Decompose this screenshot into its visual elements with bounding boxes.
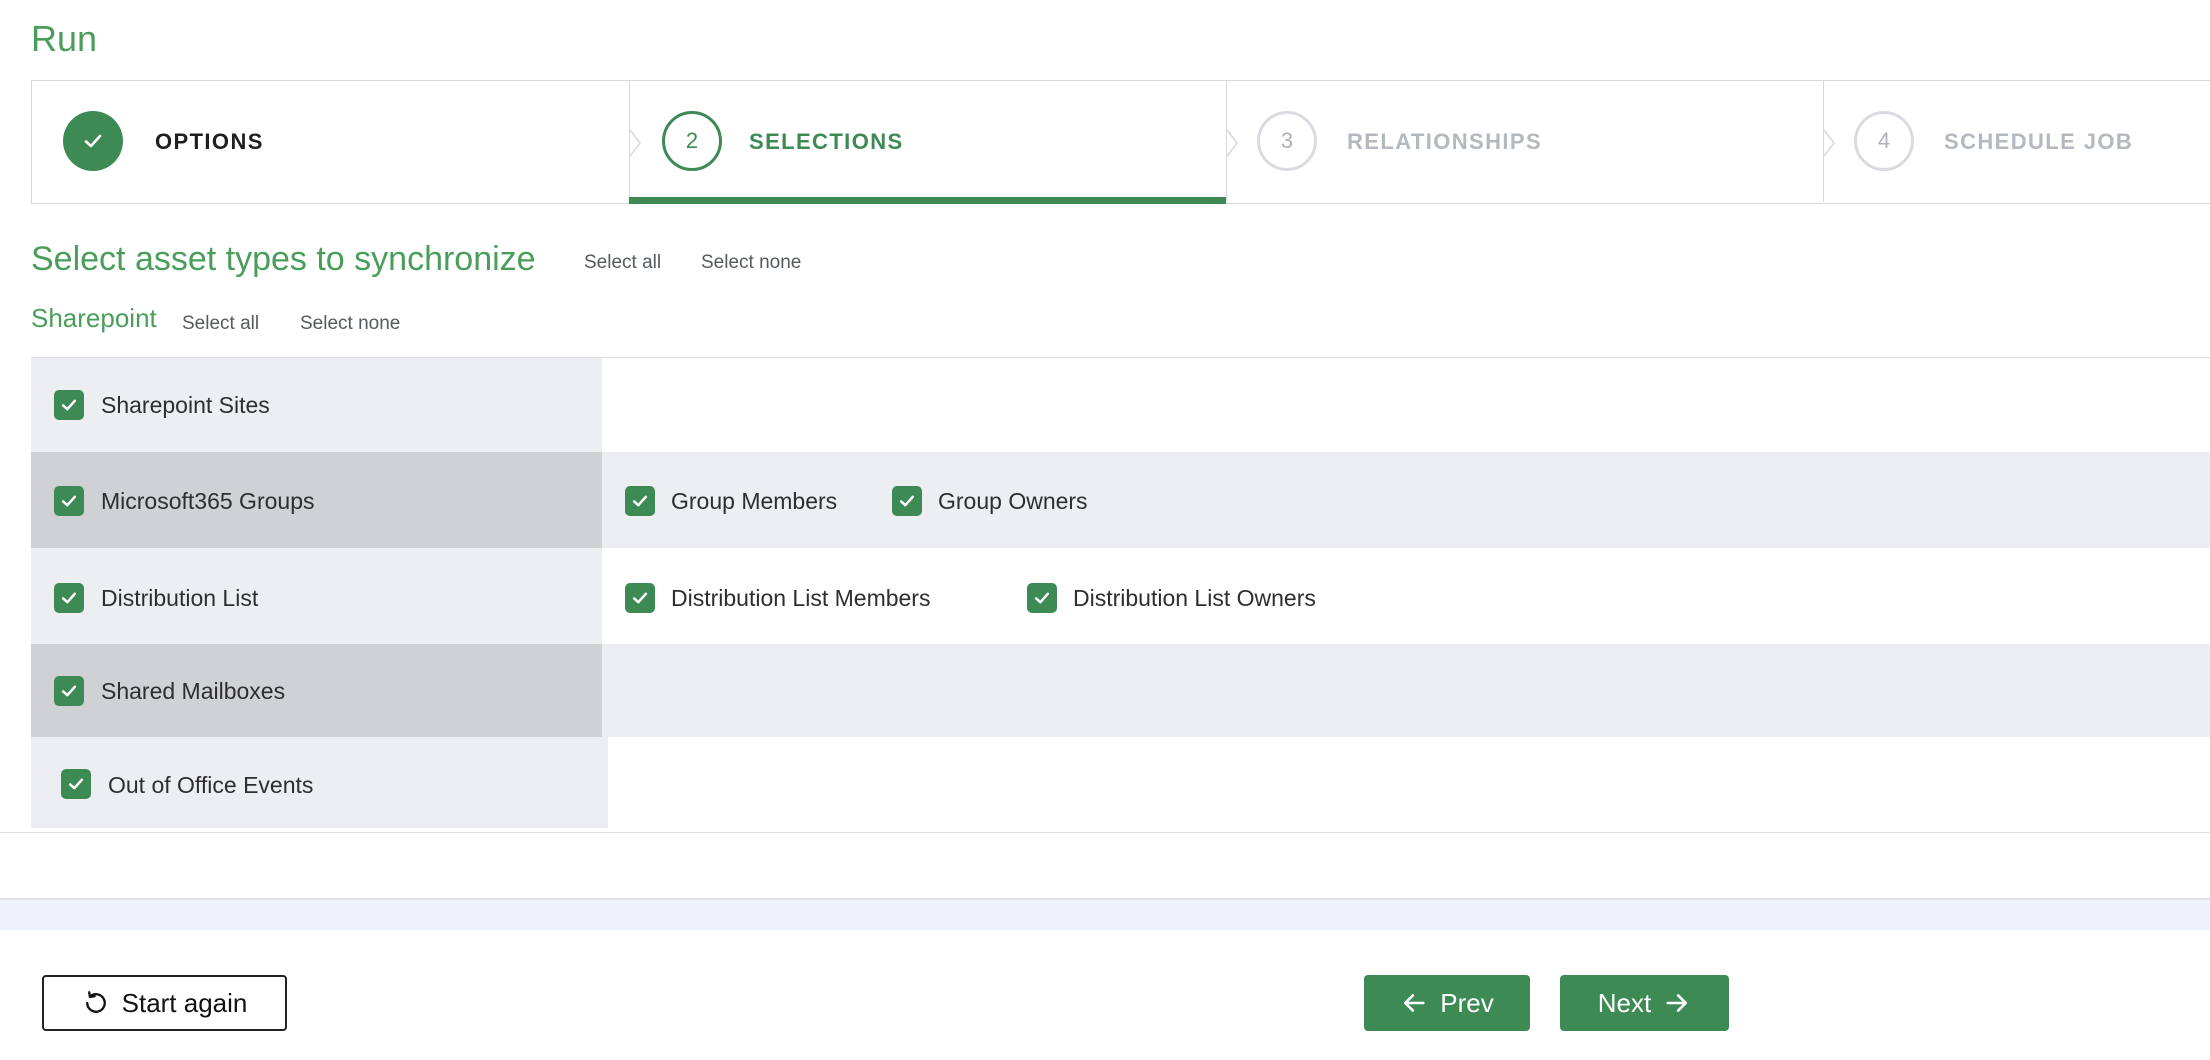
checkbox-label: Out of Office Events (108, 772, 314, 798)
table-row: Microsoft365 Groups Group Members Group … (31, 452, 2210, 548)
distribution-list-members-checkbox[interactable] (625, 583, 655, 613)
shared-mailboxes-checkbox[interactable] (54, 676, 84, 706)
check-icon (84, 134, 102, 148)
sharepoint-sites-checkbox[interactable] (54, 390, 84, 420)
checkbox-label: Shared Mailboxes (101, 678, 286, 704)
step-label-schedule-job: SCHEDULE JOB (1944, 129, 2134, 154)
row-sub-cell (602, 358, 2210, 452)
group-members-checkbox[interactable] (625, 486, 655, 516)
next-label: Next (1597, 987, 1652, 1018)
check-icon (61, 399, 77, 411)
row-sub-cell (602, 644, 2210, 737)
table-row: Out of Office Events (31, 737, 2210, 828)
check-icon (61, 592, 77, 604)
group-title-sharepoint: Sharepoint (31, 303, 157, 333)
active-step-indicator (629, 197, 1226, 204)
arrow-right-icon (1666, 994, 1688, 1012)
table-row: Shared Mailboxes (31, 644, 2210, 737)
out-of-office-events-checkbox[interactable] (61, 769, 91, 799)
table-row: Sharepoint Sites (31, 358, 2210, 452)
start-again-button[interactable]: Start again (42, 975, 287, 1031)
step-number-4: 4 (1854, 111, 1914, 171)
step-label-relationships: RELATIONSHIPS (1347, 129, 1543, 154)
table-footer (0, 832, 2210, 900)
select-none-link[interactable]: Select none (701, 252, 801, 274)
check-icon (632, 592, 648, 604)
microsoft365-groups-checkbox[interactable] (54, 486, 84, 516)
checkbox-label: Distribution List (101, 585, 259, 611)
step-number-2: 2 (662, 111, 722, 171)
next-button[interactable]: Next (1560, 975, 1729, 1031)
page-title: Run (31, 18, 98, 59)
section-title: Select asset types to synchronize (31, 240, 536, 278)
select-all-link[interactable]: Select all (584, 252, 661, 274)
start-again-label: Start again (121, 987, 248, 1018)
step-selections[interactable]: 2 SELECTIONS (629, 81, 1226, 204)
step-number-3: 3 (1257, 111, 1317, 171)
table-row: Distribution List Distribution List Memb… (31, 548, 2210, 644)
step-complete-indicator (63, 111, 123, 171)
restart-icon (85, 991, 106, 1013)
row-main-cell: Microsoft365 Groups (31, 452, 602, 548)
asset-types-table: Sharepoint Sites Microsoft365 Groups Gro… (31, 357, 2210, 828)
prev-label: Prev (1440, 987, 1494, 1018)
step-options[interactable]: OPTIONS (32, 81, 629, 202)
step-relationships[interactable]: 3 RELATIONSHIPS (1226, 81, 1823, 202)
row-sub-cell (608, 737, 2210, 828)
prev-button[interactable]: Prev (1364, 975, 1530, 1031)
group-owners-checkbox[interactable] (892, 486, 922, 516)
distribution-list-checkbox[interactable] (54, 583, 84, 613)
row-sub-cell: Group Members Group Owners (602, 452, 2210, 548)
sharepoint-select-all-link[interactable]: Select all (182, 313, 259, 335)
arrow-left-icon (1404, 994, 1425, 1012)
check-icon (1034, 592, 1050, 604)
row-main-cell: Shared Mailboxes (31, 644, 602, 737)
row-sub-cell: Distribution List Members Distribution L… (602, 548, 2210, 644)
row-main-cell: Distribution List (31, 548, 602, 644)
footer-band (0, 900, 2210, 930)
check-icon (61, 685, 77, 697)
check-icon (899, 495, 915, 507)
check-icon (61, 495, 77, 507)
sharepoint-select-none-link[interactable]: Select none (300, 313, 400, 335)
row-main-cell: Sharepoint Sites (31, 358, 602, 452)
checkbox-label: Sharepoint Sites (101, 392, 270, 418)
step-label-options: OPTIONS (155, 129, 264, 154)
distribution-list-owners-checkbox[interactable] (1027, 583, 1057, 613)
checkbox-label: Group Owners (938, 488, 1088, 514)
check-icon (68, 778, 84, 790)
step-schedule-job[interactable]: 4 SCHEDULE JOB (1823, 81, 2210, 202)
stepper: OPTIONS 2 SELECTIONS 3 RELATIONSHIPS 4 S… (31, 80, 2210, 204)
checkbox-label: Distribution List Owners (1073, 585, 1316, 611)
check-icon (632, 495, 648, 507)
checkbox-label: Microsoft365 Groups (101, 488, 315, 514)
row-main-cell: Out of Office Events (31, 737, 608, 828)
checkbox-label: Group Members (671, 488, 838, 514)
checkbox-label: Distribution List Members (671, 585, 931, 611)
step-label-selections: SELECTIONS (749, 129, 904, 154)
